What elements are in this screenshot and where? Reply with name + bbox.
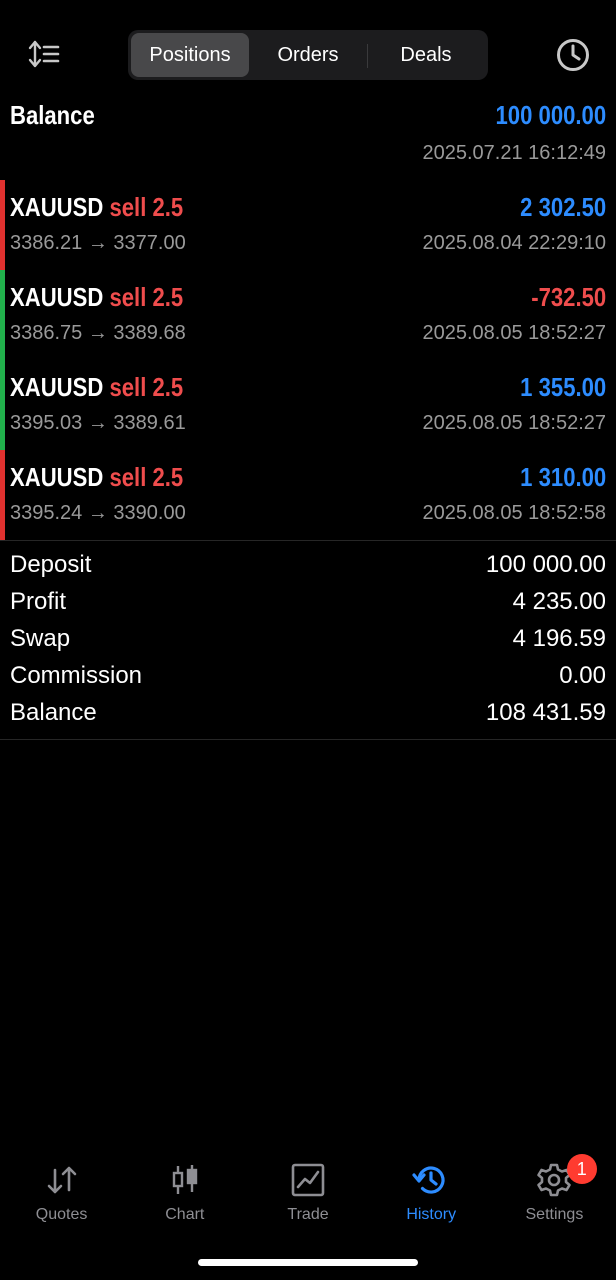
trade-side: sell 2.5 xyxy=(109,282,184,312)
summary-deposit-value: 100 000.00 xyxy=(485,551,606,578)
trade-row[interactable]: XAUUSD sell 2.5 2 302.50 3386.21 → 3377.… xyxy=(0,180,616,270)
trade-symbol: XAUUSD sell 2.5 xyxy=(10,282,184,312)
trade-prices: 3386.75 → 3389.68 xyxy=(10,322,186,344)
trade-direction-stripe xyxy=(0,360,5,450)
trade-profit: -732.50 xyxy=(531,282,606,312)
summary-divider-top xyxy=(0,540,616,541)
mobile-app-screen: Positions Orders Deals Balance 100 000.0… xyxy=(0,0,616,1280)
trade-profit: 1 355.00 xyxy=(519,372,606,402)
tab-settings[interactable]: Settings 1 xyxy=(493,1150,616,1240)
trade-prices: 3386.21 → 3377.00 xyxy=(10,232,186,254)
trade-symbol: XAUUSD sell 2.5 xyxy=(10,462,184,492)
sort-icon[interactable] xyxy=(28,38,60,70)
summary-commission-row: Commission 0.00 xyxy=(0,659,616,696)
home-indicator[interactable] xyxy=(198,1259,418,1266)
trade-profit: 2 302.50 xyxy=(519,192,606,222)
history-summary: Deposit 100 000.00 Profit 4 235.00 Swap … xyxy=(0,548,616,733)
balance-entry-amount: 100 000.00 xyxy=(495,100,606,130)
balance-entry-title: Balance xyxy=(10,100,95,130)
history-icon xyxy=(411,1160,451,1200)
summary-swap-label: Swap xyxy=(10,625,71,652)
summary-profit-value: 4 235.00 xyxy=(512,588,606,615)
trade-direction-stripe xyxy=(0,270,5,360)
tab-quotes[interactable]: Quotes xyxy=(0,1150,123,1240)
balance-entry-time: 2025.07.21 16:12:49 xyxy=(422,142,606,164)
notification-badge: 1 xyxy=(566,1154,597,1184)
view-segmented-control: Positions Orders Deals xyxy=(128,30,488,80)
summary-swap-value: 4 196.59 xyxy=(512,625,606,652)
summary-balance-row: Balance 108 431.59 xyxy=(0,696,616,733)
top-bar: Positions Orders Deals xyxy=(0,0,616,100)
trade-prices: 3395.03 → 3389.61 xyxy=(10,412,186,434)
summary-profit-row: Profit 4 235.00 xyxy=(0,585,616,622)
trade-direction-stripe xyxy=(0,180,5,270)
trade-side: sell 2.5 xyxy=(109,372,184,402)
quotes-icon xyxy=(42,1160,82,1200)
trade-symbol: XAUUSD sell 2.5 xyxy=(10,192,184,222)
tab-chart-label: Chart xyxy=(165,1206,205,1223)
trade-prices: 3395.24 → 3390.00 xyxy=(10,502,186,524)
trade-time: 2025.08.05 18:52:27 xyxy=(422,322,606,344)
balance-entry-row[interactable]: Balance 100 000.00 2025.07.21 16:12:49 xyxy=(0,96,616,180)
summary-commission-value: 0.00 xyxy=(559,662,606,689)
summary-balance-label: Balance xyxy=(10,699,97,726)
trade-direction-stripe xyxy=(0,450,5,540)
tab-trade-label: Trade xyxy=(287,1206,329,1223)
trade-chart-icon xyxy=(288,1160,328,1200)
trade-symbol: XAUUSD sell 2.5 xyxy=(10,372,184,402)
segment-positions[interactable]: Positions xyxy=(131,33,249,77)
trade-row[interactable]: XAUUSD sell 2.5 -732.50 3386.75 → 3389.6… xyxy=(0,270,616,360)
trade-row[interactable]: XAUUSD sell 2.5 1 355.00 3395.03 → 3389.… xyxy=(0,360,616,450)
clock-icon[interactable] xyxy=(555,37,591,73)
trade-time: 2025.08.05 18:52:27 xyxy=(422,412,606,434)
tab-history[interactable]: History xyxy=(370,1150,493,1240)
summary-profit-label: Profit xyxy=(10,588,67,615)
tab-settings-label: Settings xyxy=(525,1206,584,1223)
trade-time: 2025.08.05 18:52:58 xyxy=(422,502,606,524)
tab-trade[interactable]: Trade xyxy=(246,1150,369,1240)
summary-deposit-label: Deposit xyxy=(10,551,92,578)
summary-balance-value: 108 431.59 xyxy=(485,699,606,726)
trade-side: sell 2.5 xyxy=(109,192,184,222)
tab-quotes-label: Quotes xyxy=(35,1206,88,1223)
trade-profit: 1 310.00 xyxy=(519,462,606,492)
candlestick-icon xyxy=(165,1160,205,1200)
trade-row[interactable]: XAUUSD sell 2.5 1 310.00 3395.24 → 3390.… xyxy=(0,450,616,540)
summary-divider-bottom xyxy=(0,739,616,740)
summary-deposit-row: Deposit 100 000.00 xyxy=(0,548,616,585)
trade-side: sell 2.5 xyxy=(109,462,184,492)
tab-history-label: History xyxy=(406,1206,457,1223)
bottom-tab-bar: Quotes Chart Trade History Settings 1 xyxy=(0,1150,616,1240)
segment-deals[interactable]: Deals xyxy=(367,33,485,77)
trade-time: 2025.08.04 22:29:10 xyxy=(422,232,606,254)
summary-swap-row: Swap 4 196.59 xyxy=(0,622,616,659)
summary-commission-label: Commission xyxy=(10,662,143,689)
tab-chart[interactable]: Chart xyxy=(123,1150,246,1240)
segment-orders[interactable]: Orders xyxy=(249,33,367,77)
